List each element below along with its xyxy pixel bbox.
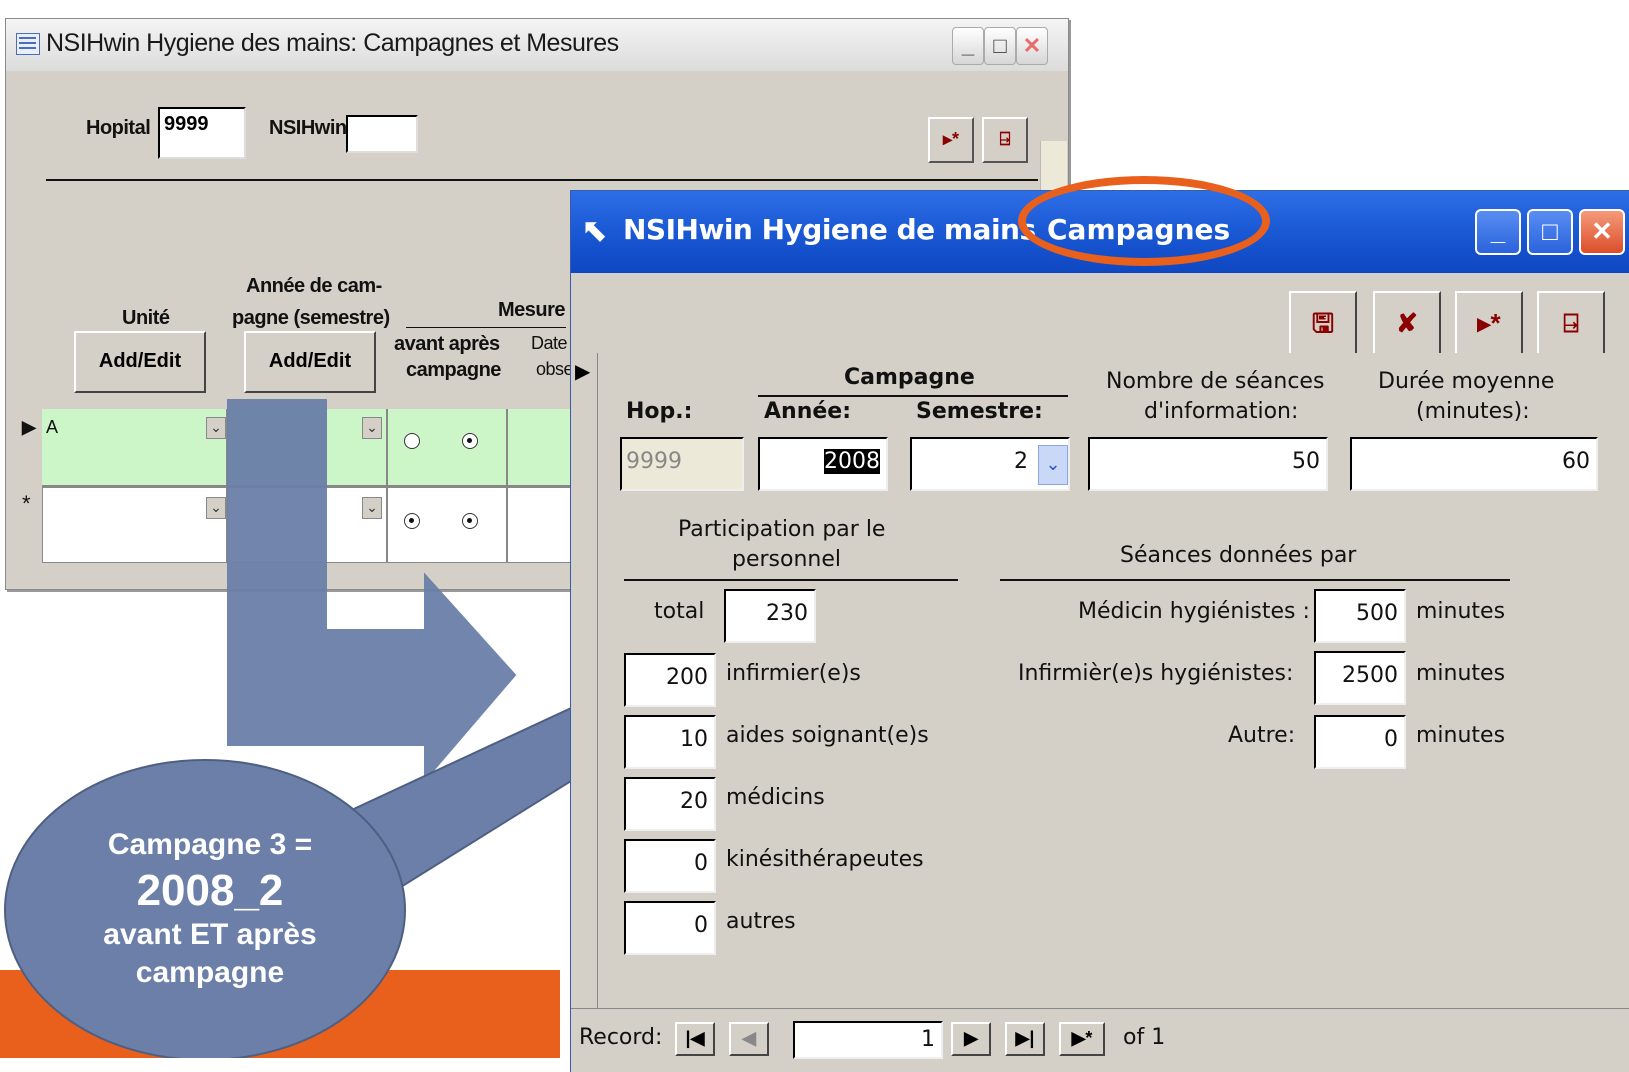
campagne-header: Campagne <box>844 365 975 390</box>
maximize-icon[interactable]: □ <box>1527 209 1573 255</box>
flow-arrow <box>227 399 517 783</box>
current-record-marker: ▶ <box>575 361 591 383</box>
callout-line-3: avant ET après <box>103 918 317 951</box>
campagne-divider <box>758 395 1068 397</box>
infirm-hyg-field[interactable]: 2500 <box>1314 651 1406 705</box>
duree-field[interactable]: 60 <box>1350 437 1598 491</box>
annee-label: Année: <box>764 399 851 424</box>
duree-label-1: Durée moyenne <box>1378 369 1555 394</box>
medicins-label: médicins <box>726 785 825 810</box>
kine-label: kinésithérapeutes <box>726 847 924 872</box>
hop-field[interactable]: 9999 <box>620 437 744 491</box>
previous-record-icon[interactable]: ◀ <box>729 1022 769 1056</box>
seances-info-field[interactable]: 50 <box>1088 437 1328 491</box>
record-number-field[interactable]: 1 <box>793 1021 943 1059</box>
record-selector[interactable]: ▶ <box>571 353 598 1008</box>
seances-info-label-1: Nombre de séances <box>1106 369 1325 394</box>
minutes-label: minutes <box>1416 723 1506 748</box>
annee-field[interactable]: 2008 <box>758 437 888 491</box>
medicin-hyg-label: Médicin hygiénistes : <box>1078 599 1310 624</box>
chevron-down-icon[interactable]: ⌄ <box>1038 445 1068 485</box>
delete-record-icon[interactable]: ✘ <box>1373 291 1441 357</box>
kine-field[interactable]: 0 <box>624 839 716 893</box>
seances-donnees-label: Séances données par <box>1120 543 1357 568</box>
aides-label: aides soignant(e)s <box>726 723 929 748</box>
minutes-label: minutes <box>1416 599 1506 624</box>
autres-field[interactable]: 0 <box>624 901 716 955</box>
minimize-icon[interactable]: _ <box>1475 209 1521 255</box>
record-count: of 1 <box>1123 1025 1166 1050</box>
new-record-icon[interactable]: ▶* <box>1059 1022 1105 1056</box>
front-form-body: Campagne Hop.: Année: Semestre: Nombre d… <box>598 353 1629 1008</box>
medicin-hyg-field[interactable]: 500 <box>1314 589 1406 643</box>
exit-door-icon[interactable]: ⍈ <box>1537 291 1605 357</box>
new-record-icon[interactable]: ▸* <box>1455 291 1523 357</box>
participation-divider <box>624 579 958 581</box>
autre-label: Autre: <box>1228 723 1296 748</box>
autres-label: autres <box>726 909 796 934</box>
front-window-campagnes: ⬉ NSIHwin Hygiene de mains Campagnes _ □… <box>570 190 1629 1072</box>
callout-line-2: 2008_2 <box>136 866 284 915</box>
total-field[interactable]: 230 <box>724 589 816 643</box>
close-icon[interactable]: ✕ <box>1579 209 1625 255</box>
duree-label-2: (minutes): <box>1416 399 1530 424</box>
hop-label: Hop.: <box>626 399 693 424</box>
next-record-icon[interactable]: ▶ <box>951 1022 991 1056</box>
autre-field[interactable]: 0 <box>1314 715 1406 769</box>
seances-info-label-2: d'information: <box>1144 399 1299 424</box>
last-record-icon[interactable]: ▶| <box>1005 1022 1045 1056</box>
front-window-title: NSIHwin Hygiene de mains <box>623 213 1036 246</box>
minutes-label: minutes <box>1416 661 1506 686</box>
record-navigation-bar: Record: |◀ ◀ 1 ▶ ▶| ▶* of 1 <box>571 1008 1629 1072</box>
participation-label-2: personnel <box>732 547 842 572</box>
total-label: total <box>654 599 705 624</box>
medicins-field[interactable]: 20 <box>624 777 716 831</box>
participation-label-1: Participation par le <box>678 517 886 542</box>
highlight-ellipse <box>1018 176 1270 266</box>
seances-divider <box>1000 579 1510 581</box>
callout-line-4: campagne <box>135 956 285 989</box>
aides-field[interactable]: 10 <box>624 715 716 769</box>
infirmiers-field[interactable]: 200 <box>624 653 716 707</box>
cursor-icon: ⬉ <box>581 212 608 248</box>
save-record-icon[interactable]: 🖫 <box>1289 291 1357 357</box>
first-record-icon[interactable]: |◀ <box>675 1022 715 1056</box>
semestre-label: Semestre: <box>916 399 1043 424</box>
record-label: Record: <box>579 1025 663 1050</box>
annee-field-selected-text: 2008 <box>824 449 880 474</box>
infirmiers-label: infirmier(e)s <box>726 661 861 686</box>
callout-line-1: Campagne 3 = <box>107 828 313 861</box>
callout-text: Campagne 3 = 2008_2 avant ET après campa… <box>60 828 360 990</box>
infirm-hyg-label: Infirmièr(e)s hygiénistes: <box>1018 661 1294 686</box>
